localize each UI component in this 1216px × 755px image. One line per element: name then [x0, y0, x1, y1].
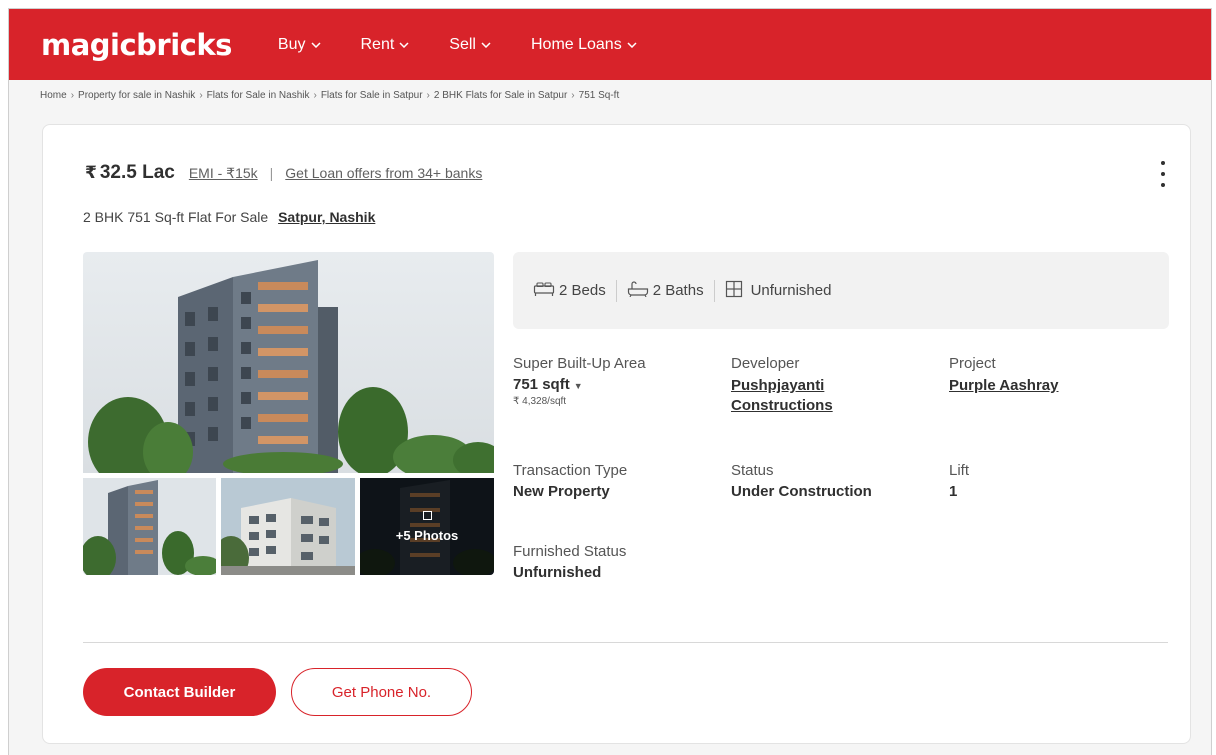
breadcrumb: Home › Property for sale in Nashik › Fla… — [40, 90, 619, 101]
rupee-symbol: ₹ — [85, 163, 97, 182]
area-label: Super Built-Up Area — [513, 355, 646, 372]
nav-home-loans-label: Home Loans — [530, 35, 622, 53]
chevron-down-icon — [399, 39, 409, 51]
summary-divider — [615, 279, 617, 302]
site-header: magicbricks Buy Rent Sell Home Loans — [9, 9, 1211, 80]
browser-viewport: magicbricks Buy Rent Sell Home Loans Hom… — [8, 8, 1212, 755]
detail-developer: Developer Pushpjayanti Constructions — [731, 355, 911, 416]
project-label: Project — [949, 355, 996, 372]
detail-area: Super Built-Up Area 751 sqft ▼ ₹ 4,328/sq… — [513, 355, 646, 407]
breadcrumb-property-nashik[interactable]: Property for sale in Nashik — [78, 90, 195, 101]
area-value-text: 751 sqft — [513, 376, 570, 393]
property-summary-bar: 2 Beds 2 Baths Unfurnished — [513, 252, 1169, 329]
nav-rent[interactable]: Rent — [361, 36, 410, 54]
detail-transaction: Transaction Type New Property — [513, 462, 627, 500]
more-photos-overlay: +5 Photos — [360, 478, 494, 575]
status-value: Under Construction — [731, 483, 872, 500]
transaction-label: Transaction Type — [513, 462, 628, 479]
detail-lift: Lift 1 — [949, 462, 969, 500]
card-divider — [83, 642, 1168, 643]
furnishing-label: Unfurnished — [750, 282, 832, 299]
transaction-value: New Property — [513, 483, 610, 500]
breadcrumb-separator: › — [426, 90, 430, 101]
area-value[interactable]: 751 sqft ▼ — [513, 376, 646, 393]
price-row: ₹ 32.5 Lac EMI - ₹15k | Get Loan offers … — [85, 162, 482, 184]
magicbricks-logo[interactable]: magicbricks — [41, 28, 232, 62]
loan-offers-link[interactable]: Get Loan offers from 34+ banks — [285, 165, 482, 181]
status-label: Status — [731, 462, 774, 479]
developer-label: Developer — [731, 355, 800, 372]
chevron-down-icon — [310, 39, 321, 51]
chevron-down-icon — [627, 39, 637, 51]
project-link[interactable]: Purple Aashray — [949, 376, 1059, 396]
baths-label: 2 Baths — [652, 282, 704, 299]
developer-link[interactable]: Pushpjayanti Constructions — [731, 376, 881, 416]
property-thumbnail-1[interactable] — [83, 478, 216, 575]
nav-buy[interactable]: Buy — [278, 36, 321, 54]
bed-icon — [533, 281, 555, 301]
more-photos-label: +5 Photos — [395, 527, 459, 543]
furniture-icon — [725, 280, 743, 302]
locality-link[interactable]: Satpur, Nashik — [278, 209, 375, 225]
pipe-divider: | — [269, 165, 274, 181]
breadcrumb-flats-satpur[interactable]: Flats for Sale in Satpur — [321, 90, 423, 101]
property-main-photo[interactable] — [83, 252, 494, 473]
main-nav: Buy Rent Sell Home Loans — [278, 36, 677, 54]
emi-link[interactable]: EMI - ₹15k — [189, 165, 258, 182]
gallery-icon — [422, 510, 432, 520]
property-price: 32.5 Lac — [99, 162, 175, 183]
beds-summary: 2 Beds — [533, 281, 606, 301]
summary-divider — [713, 279, 715, 302]
furnishing-summary: Unfurnished — [725, 280, 832, 302]
property-card: ₹ 32.5 Lac EMI - ₹15k | Get Loan offers … — [42, 124, 1191, 744]
contact-builder-button[interactable]: Contact Builder — [83, 668, 276, 716]
more-options-icon[interactable] — [1156, 161, 1170, 187]
breadcrumb-2bhk-satpur[interactable]: 2 BHK Flats for Sale in Satpur — [434, 90, 567, 101]
nav-home-loans[interactable]: Home Loans — [531, 36, 637, 54]
breadcrumb-flats-nashik[interactable]: Flats for Sale in Nashik — [207, 90, 310, 101]
furnished-label: Furnished Status — [513, 543, 627, 560]
chevron-down-icon — [481, 39, 491, 51]
detail-project: Project Purple Aashray — [949, 355, 1059, 396]
more-photos-thumbnail[interactable]: +5 Photos — [360, 478, 494, 575]
get-phone-button[interactable]: Get Phone No. — [291, 668, 472, 716]
breadcrumb-separator: › — [199, 90, 203, 101]
breadcrumb-separator: › — [70, 90, 75, 101]
caret-down-icon: ▼ — [573, 381, 583, 391]
detail-status: Status Under Construction — [731, 462, 872, 500]
furnished-value: Unfurnished — [513, 564, 602, 581]
lift-value: 1 — [949, 483, 958, 500]
breadcrumb-home[interactable]: Home — [40, 90, 67, 101]
lift-label: Lift — [949, 462, 970, 479]
beds-label: 2 Beds — [559, 282, 606, 299]
property-thumbnail-2[interactable] — [221, 478, 355, 575]
baths-summary: 2 Baths — [627, 280, 704, 301]
nav-rent-label: Rent — [360, 35, 395, 53]
breadcrumb-separator: › — [313, 90, 317, 101]
listing-title-row: 2 BHK 751 Sq-ft Flat For Sale Satpur, Na… — [83, 209, 375, 225]
price-per-sqft: ₹ 4,328/sqft — [513, 396, 567, 407]
nav-sell-label: Sell — [449, 35, 476, 53]
listing-title: 2 BHK 751 Sq-ft Flat For Sale — [83, 209, 269, 225]
detail-furnished: Furnished Status Unfurnished — [513, 543, 626, 581]
nav-buy-label: Buy — [277, 35, 306, 53]
breadcrumb-current: 751 Sq-ft — [578, 90, 620, 101]
nav-sell[interactable]: Sell — [449, 36, 491, 54]
bathtub-icon — [627, 280, 649, 301]
breadcrumb-separator: › — [571, 90, 575, 101]
